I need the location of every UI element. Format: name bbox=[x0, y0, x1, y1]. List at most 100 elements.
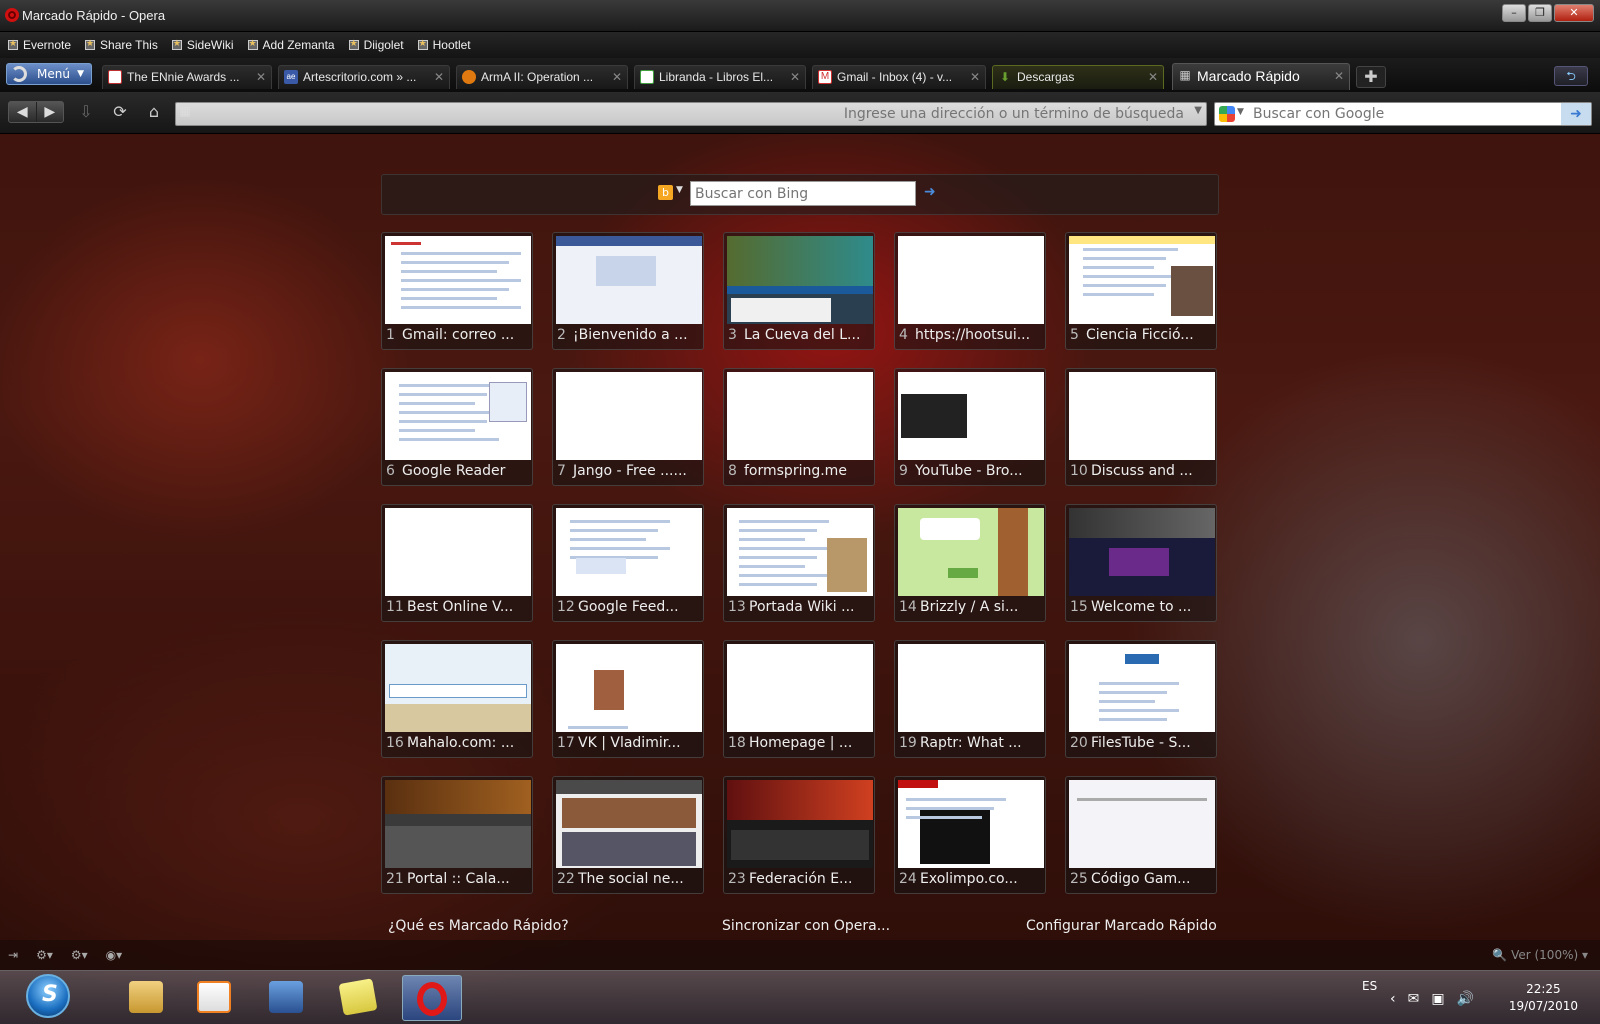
closed-tabs-button[interactable]: ⮌ bbox=[1554, 66, 1588, 86]
speed-dial-item[interactable]: 17 VK | Vladimir... bbox=[552, 640, 704, 758]
tab-close-icon[interactable]: ✕ bbox=[970, 66, 980, 88]
back-arrow-icon[interactable]: ◀ bbox=[9, 102, 37, 122]
speed-dial-item[interactable]: 3 La Cueva del L... bbox=[723, 232, 875, 350]
tab-ennie-awards[interactable]: The ENnie Awards ... ✕ bbox=[102, 65, 272, 89]
tab-close-icon[interactable]: ✕ bbox=[434, 66, 444, 88]
configure-speed-dial-link[interactable]: Configurar Marcado Rápido bbox=[1026, 918, 1217, 934]
forward-arrow-icon[interactable]: ▶ bbox=[37, 102, 64, 122]
speed-dial-label: VK | Vladimir... bbox=[578, 735, 681, 751]
speed-dial-item[interactable]: 16 Mahalo.com: ... bbox=[381, 640, 533, 758]
network-icon[interactable]: ▣ bbox=[1431, 991, 1444, 1007]
speed-dial-item[interactable]: 25 Código Gam... bbox=[1065, 776, 1217, 894]
tab-close-icon[interactable]: ✕ bbox=[1148, 66, 1158, 88]
link-icon[interactable]: ◉▾ bbox=[106, 948, 123, 962]
speed-dial-item[interactable]: 15 Welcome to ... bbox=[1065, 504, 1217, 622]
bing-icon[interactable]: b bbox=[658, 185, 673, 200]
mail-icon[interactable]: ✉ bbox=[1408, 991, 1420, 1007]
bookmark-add-zemanta[interactable]: Add Zemanta bbox=[247, 38, 335, 52]
speed-dial-item[interactable]: 19 Raptr: What ... bbox=[894, 640, 1046, 758]
bing-search-input[interactable] bbox=[690, 181, 916, 206]
speed-dial-item[interactable]: 5 Ciencia Ficció... bbox=[1065, 232, 1217, 350]
speed-dial-number: 7 bbox=[557, 463, 566, 479]
unite-icon[interactable]: ⚙▾ bbox=[71, 948, 88, 962]
status-bar: ⇥ ⚙▾ ⚙▾ ◉▾ 🔍 Ver (100%) ▾ bbox=[0, 940, 1600, 970]
speed-dial-item[interactable]: 18 Homepage | ... bbox=[723, 640, 875, 758]
speed-dial-number: 9 bbox=[899, 463, 908, 479]
language-indicator[interactable]: ES bbox=[1362, 979, 1377, 993]
bing-search-panel: b ▼ ➜ bbox=[381, 174, 1219, 215]
download-icon[interactable]: ⇩ bbox=[74, 101, 98, 123]
reload-icon[interactable]: ⟳ bbox=[108, 101, 132, 123]
google-icon[interactable] bbox=[1219, 106, 1235, 122]
search-go-icon[interactable]: ➜ bbox=[924, 184, 936, 200]
volume-icon[interactable]: 🔊 bbox=[1457, 991, 1474, 1007]
bookmark-diigolet[interactable]: Diigolet bbox=[348, 38, 404, 52]
tab-gmail[interactable]: M Gmail - Inbox (4) - v... ✕ bbox=[812, 65, 986, 89]
speed-dial-item[interactable]: 24 Exolimpo.co... bbox=[894, 776, 1046, 894]
speed-dial-item[interactable]: 23 Federación E... bbox=[723, 776, 875, 894]
speed-dial-thumbnail bbox=[1069, 644, 1215, 732]
tab-close-icon[interactable]: ✕ bbox=[612, 66, 622, 88]
speed-dial-item[interactable]: 1 Gmail: correo ... bbox=[381, 232, 533, 350]
zoom-icon: 🔍 bbox=[1492, 948, 1508, 962]
bookmark-sidewiki[interactable]: SideWiki bbox=[171, 38, 234, 52]
speed-dial-item[interactable]: 4 https://hootsui... bbox=[894, 232, 1046, 350]
speed-dial-item[interactable]: 13 Portada Wiki ... bbox=[723, 504, 875, 622]
chevron-down-icon[interactable]: ▼ bbox=[676, 185, 683, 195]
address-input[interactable] bbox=[200, 104, 1190, 124]
search-bar[interactable]: ▼ ➜ bbox=[1214, 102, 1592, 126]
sync-with-opera-link[interactable]: Sincronizar con Opera... bbox=[722, 918, 890, 934]
zoom-indicator[interactable]: 🔍 Ver (100%) ▾ bbox=[1492, 948, 1588, 962]
close-button[interactable]: ✕ bbox=[1554, 4, 1594, 22]
taskbar-opera[interactable] bbox=[402, 975, 462, 1021]
menu-button[interactable]: Menú ▼ bbox=[6, 63, 92, 85]
bookmark-evernote[interactable]: Evernote bbox=[8, 38, 71, 52]
tab-descargas[interactable]: ⬇ Descargas ✕ bbox=[992, 65, 1164, 89]
bookmark-hootlet[interactable]: Hootlet bbox=[417, 38, 471, 52]
tab-libranda[interactable]: Libranda - Libros El... ✕ bbox=[634, 65, 806, 89]
speed-dial-number: 19 bbox=[899, 735, 917, 751]
what-is-speed-dial-link[interactable]: ¿Qué es Marcado Rápido? bbox=[388, 918, 569, 934]
speed-dial-item[interactable]: 6 Google Reader bbox=[381, 368, 533, 486]
taskbar-media-player[interactable] bbox=[184, 975, 244, 1021]
bookmark-share-this[interactable]: Share This bbox=[85, 38, 158, 52]
start-button[interactable] bbox=[26, 974, 70, 1018]
tab-artescritorio[interactable]: ae Artescritorio.com » ... ✕ bbox=[278, 65, 450, 89]
tab-close-icon[interactable]: ✕ bbox=[790, 66, 800, 88]
tab-close-icon[interactable]: ✕ bbox=[1334, 64, 1344, 89]
taskbar-sticky-notes[interactable] bbox=[328, 975, 388, 1021]
speed-dial-item[interactable]: 9 YouTube - Bro... bbox=[894, 368, 1046, 486]
speed-dial-thumbnail bbox=[898, 644, 1044, 732]
show-hidden-icons-icon[interactable]: ‹ bbox=[1390, 991, 1396, 1007]
speed-dial-item[interactable]: 11 Best Online V... bbox=[381, 504, 533, 622]
minimize-button[interactable]: – bbox=[1502, 4, 1526, 22]
tab-marcado-rapido[interactable]: ▦ Marcado Rápido ✕ bbox=[1172, 63, 1350, 90]
speed-dial-item[interactable]: 21 Portal :: Cala... bbox=[381, 776, 533, 894]
speed-dial-item[interactable]: 20 FilesTube - S... bbox=[1065, 640, 1217, 758]
speed-dial-item[interactable]: 10 Discuss and ... bbox=[1065, 368, 1217, 486]
speed-dial-number: 14 bbox=[899, 599, 917, 615]
speed-dial-item[interactable]: 14 Brizzly / A si... bbox=[894, 504, 1046, 622]
tab-arma-ii[interactable]: ArmA II: Operation ... ✕ bbox=[456, 65, 628, 89]
taskbar-computer[interactable] bbox=[256, 975, 316, 1021]
home-icon[interactable]: ⌂ bbox=[142, 101, 166, 123]
speed-dial-number: 8 bbox=[728, 463, 737, 479]
chevron-down-icon[interactable]: ▼ bbox=[1194, 105, 1202, 116]
search-go-icon[interactable]: ➜ bbox=[1561, 103, 1591, 125]
tab-close-icon[interactable]: ✕ bbox=[256, 66, 266, 88]
speed-dial-label: Ciencia Ficció... bbox=[1086, 327, 1194, 343]
speed-dial-item[interactable]: 22 The social ne... bbox=[552, 776, 704, 894]
panel-toggle-icon[interactable]: ⇥ bbox=[8, 948, 18, 962]
taskbar-explorer[interactable] bbox=[116, 975, 176, 1021]
speed-dial-item[interactable]: 7 Jango - Free ...... bbox=[552, 368, 704, 486]
speed-dial-item[interactable]: 12 Google Feed... bbox=[552, 504, 704, 622]
address-bar[interactable]: ▦ ▼ bbox=[175, 102, 1207, 126]
maximize-button[interactable]: ❐ bbox=[1528, 4, 1552, 22]
new-tab-button[interactable]: ✚ bbox=[1356, 66, 1386, 88]
speed-dial-item[interactable]: 2 ¡Bienvenido a ... bbox=[552, 232, 704, 350]
chevron-down-icon[interactable]: ▼ bbox=[1237, 107, 1244, 117]
clock[interactable]: 22:25 19/07/2010 bbox=[1509, 981, 1578, 1015]
turbo-icon[interactable]: ⚙▾ bbox=[36, 948, 53, 962]
search-input[interactable] bbox=[1253, 104, 1553, 124]
speed-dial-item[interactable]: 8 formspring.me bbox=[723, 368, 875, 486]
